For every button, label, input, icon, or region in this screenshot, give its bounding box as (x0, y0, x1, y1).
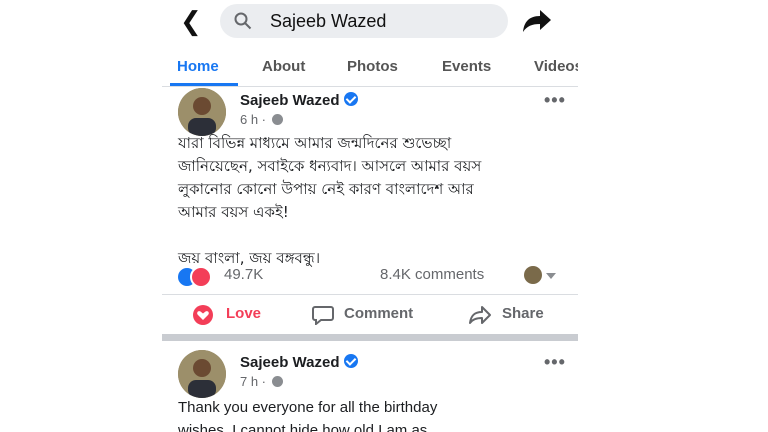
love-reaction-icon (190, 266, 212, 288)
tab-home[interactable]: Home (177, 58, 219, 75)
post-stats: 49.7K 8.4K comments (162, 264, 578, 288)
love-icon[interactable] (192, 305, 214, 325)
search-bar[interactable]: Sajeeb Wazed (220, 4, 508, 38)
author-name[interactable]: Sajeeb Wazed (240, 92, 339, 109)
comment-button[interactable]: Comment (344, 305, 413, 322)
globe-icon (271, 376, 283, 387)
post-separator (162, 334, 578, 341)
post-text-blank-line (178, 224, 558, 247)
post-text: Thank you everyone for all the birthday … (178, 396, 558, 432)
reaction-selector-caret-icon[interactable] (546, 273, 556, 279)
page-tabs: Home About Photos Events Videos (162, 50, 578, 87)
post-time[interactable]: 7 h · (240, 374, 266, 389)
post-text-line: যারা বিভিন্ন মাধ্যমে আমার জন্মদিনের শুভে… (178, 134, 452, 152)
post-timestamp[interactable]: 7 h · (240, 374, 283, 389)
post-timestamp[interactable]: 6 h · (240, 112, 283, 127)
post-text-line: লুকানোর কোনো উপায় নেই কারণ বাংলাদেশ আর (178, 180, 474, 198)
share-arrow-icon[interactable] (522, 8, 552, 34)
more-options-icon[interactable]: ••• (544, 90, 566, 111)
facebook-page-screen: ❮ Sajeeb Wazed Home About Photos Events … (162, 0, 578, 432)
post-text-line: wishes. I cannot hide how old I am as (178, 422, 428, 432)
post: Sajeeb Wazed 7 h · ••• Thank you everyon… (162, 350, 578, 432)
post-text-line: জানিয়েছেন, সবাইকে ধন্যবাদ। আসলে আমার বয… (178, 157, 482, 175)
verified-badge-icon (344, 92, 359, 106)
tab-about[interactable]: About (262, 58, 305, 75)
post-actions: Love Comment Share (162, 294, 578, 333)
love-button[interactable]: Love (226, 305, 261, 322)
post-author[interactable]: Sajeeb Wazed (240, 92, 359, 109)
avatar[interactable] (178, 350, 226, 398)
tab-photos[interactable]: Photos (347, 58, 398, 75)
reaction-count[interactable]: 49.7K (224, 266, 263, 283)
active-tab-indicator (170, 83, 238, 86)
more-options-icon[interactable]: ••• (544, 352, 566, 373)
viewer-avatar[interactable] (524, 266, 542, 284)
share-icon[interactable] (468, 305, 492, 325)
top-bar: ❮ Sajeeb Wazed (162, 0, 578, 44)
globe-icon (271, 114, 283, 125)
post-text-line: আমার বয়স একই! (178, 203, 289, 221)
comment-icon[interactable] (312, 305, 334, 325)
author-name[interactable]: Sajeeb Wazed (240, 354, 339, 371)
back-arrow-icon[interactable]: ❮ (180, 6, 206, 36)
post-author[interactable]: Sajeeb Wazed (240, 354, 359, 371)
tab-events[interactable]: Events (442, 58, 491, 75)
post-text: যারা বিভিন্ন মাধ্যমে আমার জন্মদিনের শুভে… (178, 132, 558, 270)
post-text-line: Thank you everyone for all the birthday (178, 399, 438, 416)
tab-videos[interactable]: Videos (534, 58, 578, 75)
search-query[interactable]: Sajeeb Wazed (270, 10, 386, 32)
post-time[interactable]: 6 h · (240, 112, 266, 127)
avatar[interactable] (178, 88, 226, 136)
profile-photo (178, 88, 226, 136)
search-icon (234, 12, 252, 30)
share-button[interactable]: Share (502, 305, 544, 322)
verified-badge-icon (344, 354, 359, 368)
profile-photo (178, 350, 226, 398)
comment-count[interactable]: 8.4K comments (380, 266, 484, 283)
